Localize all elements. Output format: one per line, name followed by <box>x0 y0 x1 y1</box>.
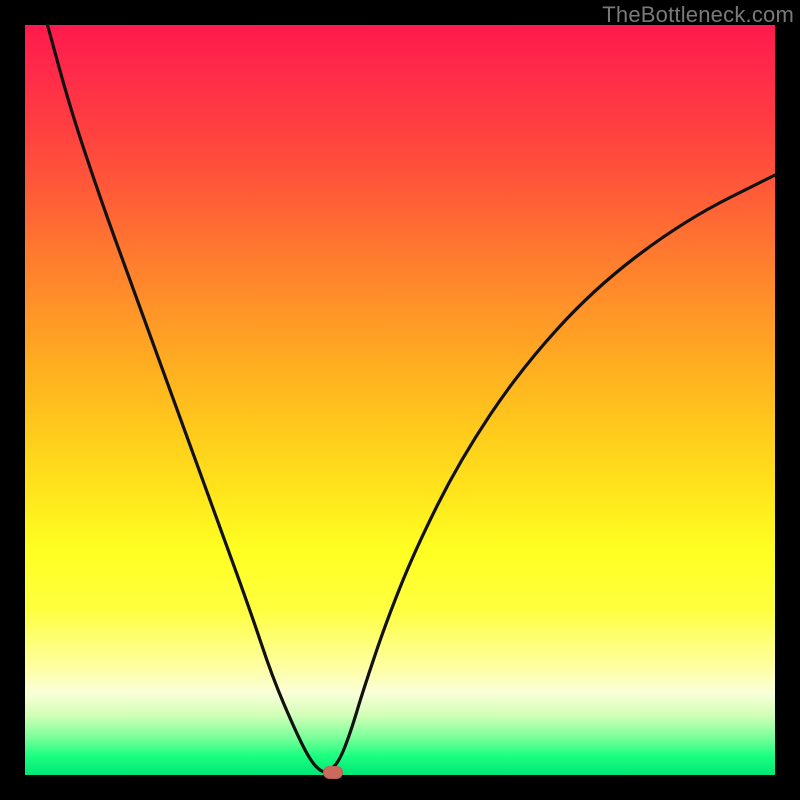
chart-frame: TheBottleneck.com <box>0 0 800 800</box>
minimum-marker <box>323 766 343 779</box>
plot-area <box>25 25 775 775</box>
bottleneck-curve <box>25 25 775 775</box>
curve-path <box>48 25 776 772</box>
watermark-text: TheBottleneck.com <box>602 2 794 28</box>
